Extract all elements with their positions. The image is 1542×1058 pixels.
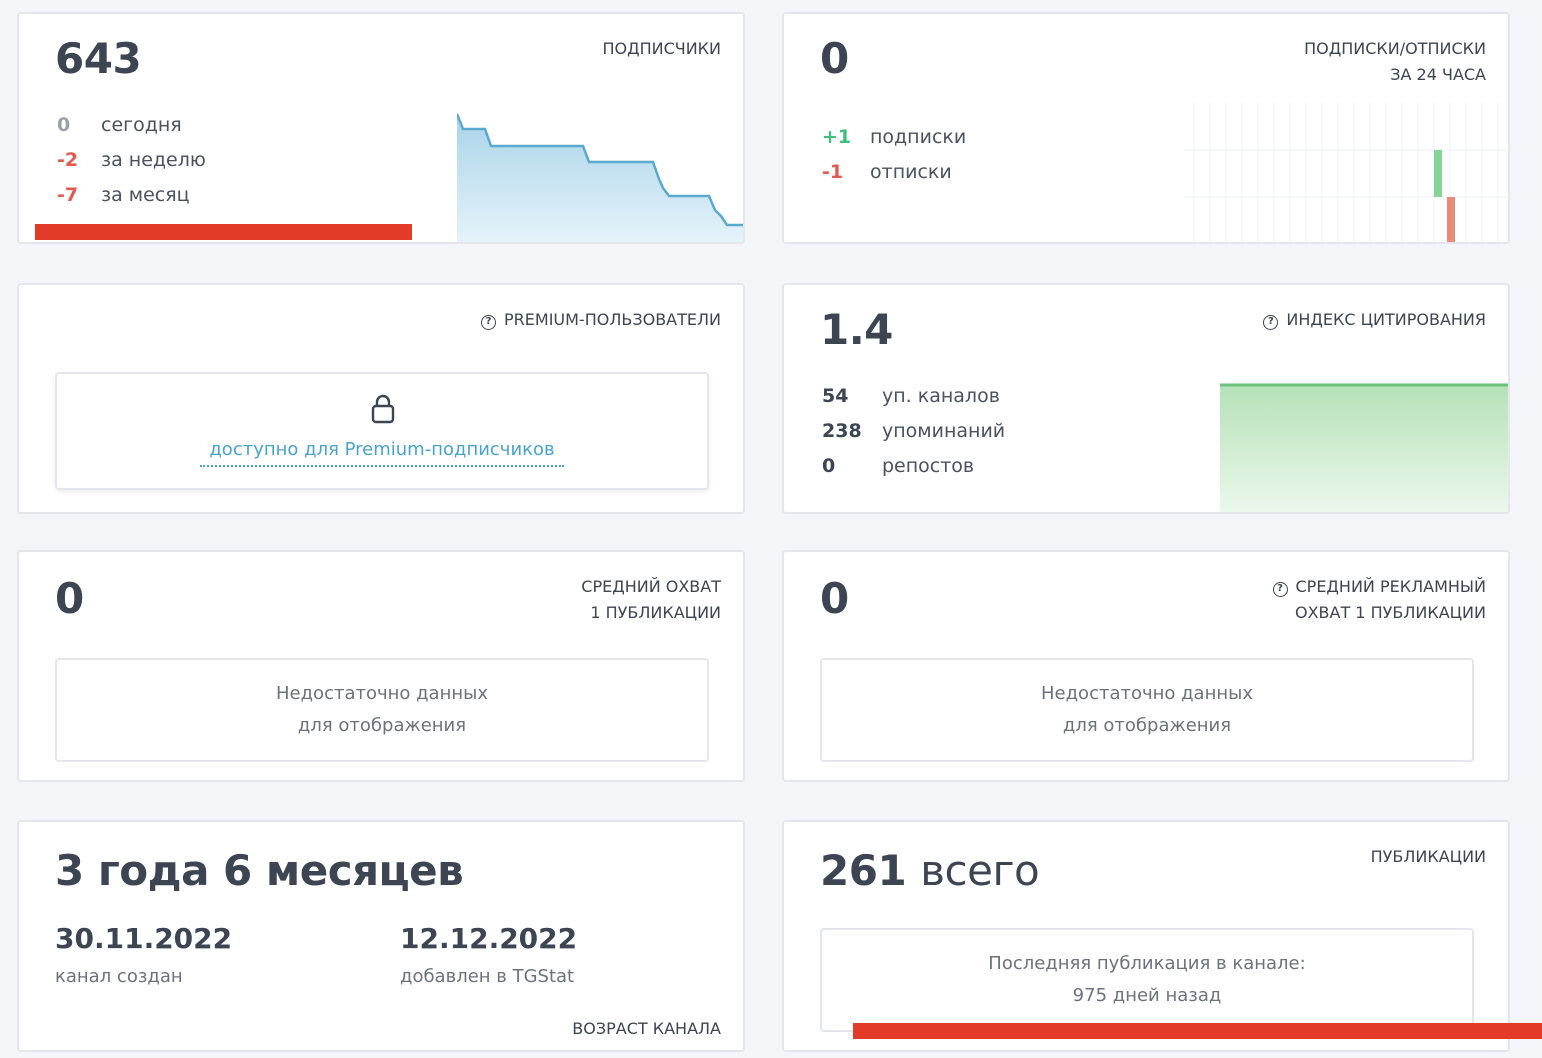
stat-value: -2 (57, 149, 79, 171)
avg-reach-title: СРЕДНИЙ ОХВАТ 1 ПУБЛИКАЦИИ (581, 574, 721, 626)
stat-label: уп. каналов (882, 385, 1000, 407)
title-line: ЗА 24 ЧАСА (1390, 65, 1486, 84)
avg-reach-value: 0 (55, 574, 84, 623)
stat-label: подписки (870, 126, 967, 148)
subscribers-sparkline[interactable] (457, 112, 745, 244)
avg-reach-card: 0 СРЕДНИЙ ОХВАТ 1 ПУБЛИКАЦИИ Недостаточн… (17, 550, 745, 782)
help-icon[interactable]: ? (481, 315, 497, 330)
stat-label: сегодня (101, 114, 182, 136)
citation-value: 1.4 (820, 305, 893, 354)
citation-title: ? ИНДЕКС ЦИТИРОВАНИЯ (1263, 307, 1486, 333)
sparkline-area (457, 114, 743, 242)
subs-24h-chart[interactable] (1184, 102, 1510, 244)
stat-row-today: 0 сегодня (57, 114, 182, 136)
added-date: 12.12.2022 (400, 922, 578, 955)
stat-row-subscribed: +1 подписки (822, 126, 966, 148)
stat-row-week: -2 за неделю (57, 149, 206, 171)
premium-link-underline (200, 465, 564, 467)
premium-title: ? PREMIUM-ПОЛЬЗОВАТЕЛИ (481, 307, 721, 333)
avg-ad-reach-value: 0 (820, 574, 849, 623)
premium-card: ? PREMIUM-ПОЛЬЗОВАТЕЛИ доступно для Premi… (17, 283, 745, 514)
stat-row-channels: 54 уп. каналов (822, 385, 1000, 407)
stat-value: -1 (822, 161, 844, 183)
title-line: ПОДПИСКИ/ОТПИСКИ (1304, 39, 1486, 58)
bar-subscribed (1434, 150, 1442, 197)
created-label: канал создан (55, 966, 183, 987)
stat-row-unsubscribed: -1 отписки (822, 161, 952, 183)
subscribers-title: ПОДПИСЧИКИ (602, 39, 721, 58)
title-text: PREMIUM-ПОЛЬЗОВАТЕЛИ (504, 310, 721, 329)
citation-card: 1.4 ? ИНДЕКС ЦИТИРОВАНИЯ 54 уп. каналов 23… (782, 283, 1510, 514)
publications-card: 261 всего ПУБЛИКАЦИИ Последняя публикаци… (782, 820, 1510, 1052)
title-line: ОХВАТ 1 ПУБЛИКАЦИИ (1294, 603, 1486, 622)
stat-value: +1 (822, 126, 852, 148)
subs-24h-card: 0 ПОДПИСКИ/ОТПИСКИ ЗА 24 ЧАСА +1 подписки… (782, 12, 1510, 244)
stat-label: за неделю (101, 149, 206, 171)
avg-ad-reach-title: ? СРЕДНИЙ РЕКЛАМНЫЙ ОХВАТ 1 ПУБЛИКАЦИИ (1272, 574, 1487, 626)
stat-value: 54 (822, 385, 849, 407)
created-date: 30.11.2022 (55, 922, 233, 955)
stat-label: упоминаний (882, 420, 1006, 442)
bar-unsubscribed (1447, 197, 1455, 242)
stat-value: -7 (57, 184, 79, 206)
publications-count: 261 всего (820, 846, 1040, 895)
no-data-text: для отображения (1062, 715, 1232, 736)
stat-label: репостов (882, 455, 975, 477)
publications-title: ПУБЛИКАЦИИ (1370, 847, 1486, 866)
sparkline-area (1220, 385, 1508, 512)
chart-grid (1184, 102, 1508, 242)
no-data-box: Недостаточно данных для отображения (55, 658, 709, 762)
redaction-bar (35, 224, 412, 240)
premium-link[interactable]: доступно для Premium-подписчиков (57, 436, 707, 464)
stat-value: 0 (822, 455, 836, 477)
lock-icon (371, 394, 395, 424)
stat-row-month: -7 за месяц (57, 184, 190, 206)
title-text: ИНДЕКС ЦИТИРОВАНИЯ (1286, 310, 1486, 329)
no-data-text: Недостаточно данных (276, 683, 488, 704)
stat-row-mentions: 238 упоминаний (822, 420, 1005, 442)
title-line: СРЕДНИЙ РЕКЛАМНЫЙ (1295, 577, 1487, 596)
subs-24h-count: 0 (820, 34, 849, 83)
stat-value: 0 (57, 114, 71, 136)
stat-row-reposts: 0 репостов (822, 455, 974, 477)
channel-age-value: 3 года 6 месяцев (55, 846, 464, 895)
stat-value: 238 (822, 420, 862, 442)
subscribers-count: 643 (55, 34, 142, 83)
subs-24h-title: ПОДПИСКИ/ОТПИСКИ ЗА 24 ЧАСА (1304, 36, 1486, 88)
premium-locked-box: доступно для Premium-подписчиков (55, 372, 709, 490)
title-line: 1 ПУБЛИКАЦИИ (590, 603, 721, 622)
publications-number: 261 (820, 846, 907, 895)
last-publication-box: Последняя публикация в канале: 975 дней … (820, 928, 1474, 1032)
help-icon[interactable]: ? (1263, 315, 1279, 330)
no-data-text: для отображения (297, 715, 467, 736)
last-publication-text: 975 дней назад (1072, 985, 1222, 1006)
no-data-box: Недостаточно данных для отображения (820, 658, 1474, 762)
title-line: СРЕДНИЙ ОХВАТ (581, 577, 721, 596)
subscribers-card: 643 ПОДПИСЧИКИ 0 сегодня -2 за неделю -7 за… (17, 12, 745, 244)
added-label: добавлен в TGStat (400, 966, 575, 987)
publications-suffix: всего (920, 846, 1040, 895)
channel-age-card: 3 года 6 месяцев 30.11.2022 канал создан… (17, 820, 745, 1052)
stat-label: за месяц (101, 184, 190, 206)
channel-age-title: ВОЗРАСТ КАНАЛА (572, 1019, 721, 1038)
help-icon[interactable]: ? (1272, 582, 1288, 597)
redaction-bar (853, 1023, 1542, 1039)
avg-ad-reach-card: 0 ? СРЕДНИЙ РЕКЛАМНЫЙ ОХВАТ 1 ПУБЛИКАЦИИ … (782, 550, 1510, 782)
no-data-text: Недостаточно данных (1041, 683, 1253, 704)
stat-label: отписки (870, 161, 952, 183)
citation-sparkline[interactable] (1220, 381, 1510, 514)
last-publication-text: Последняя публикация в канале: (988, 953, 1306, 974)
